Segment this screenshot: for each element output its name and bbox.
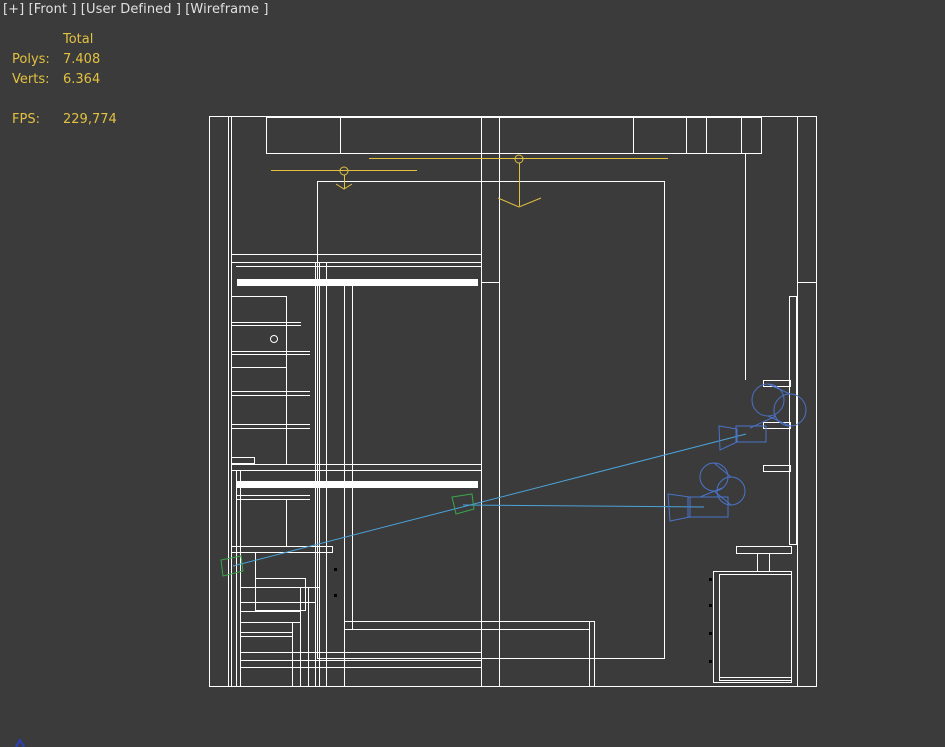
axis-tripod-icon [15,738,25,747]
camera-objects[interactable] [667,383,807,522]
viewport-front[interactable]: [+] [Front ] [User Defined ] [Wireframe … [0,0,945,747]
dresser [713,571,792,683]
camera-lower [667,462,746,522]
wireframe-scene[interactable] [0,0,945,747]
right-wall-strip [789,296,797,545]
room-geometry [209,116,817,687]
back-wall-panel [317,181,665,659]
wardrobe-top [231,254,482,263]
camera-targets[interactable] [220,493,475,577]
upper-shelf [237,279,478,286]
light-left [271,166,417,190]
handle-markers [334,568,712,663]
camera-upper [718,383,807,451]
target-center [451,493,475,515]
lower-shelf [236,481,478,488]
bed [344,621,595,687]
